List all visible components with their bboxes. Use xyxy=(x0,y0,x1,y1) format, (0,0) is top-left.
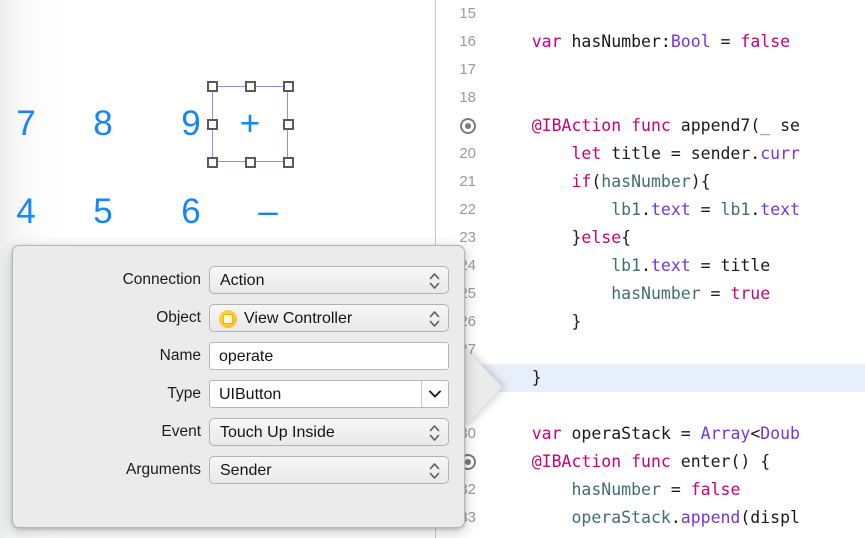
code-text: @IBAction func append7(_ se xyxy=(531,116,800,135)
connection-popup-button[interactable]: Action xyxy=(209,266,449,294)
calculator-key-0[interactable]: 7 xyxy=(0,104,64,144)
app-screenshot: 7 8 9 4 5 6– + 15 16 var hasNumber:Bool = fals… xyxy=(0,0,865,538)
code-line[interactable]: 17 xyxy=(436,56,865,84)
calculator-key-6[interactable]: – xyxy=(230,192,306,232)
code-line[interactable]: 20 let title = sender.curr xyxy=(436,140,865,168)
event-popup-button[interactable]: Touch Up Inside xyxy=(209,418,449,446)
gutter-action-icon xyxy=(436,112,484,140)
object-popup-button[interactable]: View Controller xyxy=(209,304,449,332)
resize-handle-top-middle[interactable] xyxy=(245,81,256,92)
line-number: 16 xyxy=(459,33,476,50)
code-line[interactable]: 22 lb1.text = lb1.text xyxy=(436,196,865,224)
line-number: 34 xyxy=(436,532,484,538)
code-text: if(hasNumber){ xyxy=(571,172,711,191)
field-label: Connection xyxy=(122,271,201,288)
field-label: Arguments xyxy=(126,461,201,478)
resize-handle-middle-left[interactable] xyxy=(207,119,218,130)
name-input[interactable]: operate xyxy=(209,342,449,370)
plus-icon: + xyxy=(239,104,261,143)
code-line[interactable]: 34 print("operaStack ") xyxy=(436,532,865,538)
stepper-chevrons-icon[interactable] xyxy=(429,272,440,290)
field-label: Event xyxy=(161,423,201,440)
popover-arrow xyxy=(464,347,502,427)
code-line[interactable]: 32 hasNumber = false xyxy=(436,476,865,504)
code-line[interactable]: 16 var hasNumber:Bool = false xyxy=(436,28,865,56)
code-line[interactable]: 26 } xyxy=(436,308,865,336)
code-line[interactable]: 25 hasNumber = true xyxy=(436,280,865,308)
code-line[interactable]: 15 xyxy=(436,0,865,28)
code-line[interactable]: 21 if(hasNumber){ xyxy=(436,168,865,196)
view-controller-icon xyxy=(219,310,237,328)
field-label: Name xyxy=(159,347,201,364)
code-text: operaStack.append(displ xyxy=(571,508,800,527)
calculator-key-5[interactable]: 6 xyxy=(153,192,229,232)
code-text: let title = sender.curr xyxy=(571,144,800,163)
type-combobox[interactable]: UIButton xyxy=(209,380,449,408)
code-text: var operaStack = Array<Doub xyxy=(531,424,800,443)
form-row: Type UIButton xyxy=(13,380,466,408)
event-value: Touch Up Inside xyxy=(220,424,335,441)
line-number: 21 xyxy=(459,173,476,190)
calculator-key-1[interactable]: 8 xyxy=(65,104,141,144)
stepper-chevrons-icon[interactable] xyxy=(429,462,440,480)
resize-handle-middle-right[interactable] xyxy=(283,119,294,130)
source-code-editor[interactable]: 15 16 var hasNumber:Bool = false 17 18 @IBA… xyxy=(436,0,865,538)
line-number: 17 xyxy=(459,61,476,78)
code-text: hasNumber = false xyxy=(571,480,741,499)
code-text: var hasNumber:Bool = false xyxy=(531,32,791,51)
calculator-key-3[interactable]: 4 xyxy=(0,192,64,232)
code-line[interactable]: 33 operaStack.append(displ xyxy=(436,504,865,532)
line-number: 22 xyxy=(459,201,476,218)
line-number: 18 xyxy=(459,89,476,106)
resize-handle-bottom-left[interactable] xyxy=(207,157,218,168)
resize-handle-top-left[interactable] xyxy=(207,81,218,92)
name-value: operate xyxy=(219,348,274,365)
resize-handle-top-right[interactable] xyxy=(283,81,294,92)
code-text: lb1.text = lb1.text xyxy=(611,200,801,219)
form-row: Event Touch Up Inside xyxy=(13,418,466,446)
code-line[interactable]: 18 xyxy=(436,84,865,112)
connection-popover: Connection Action Object View Controller Nam… xyxy=(12,245,465,528)
resize-handle-bottom-middle[interactable] xyxy=(245,157,256,168)
form-row: Object View Controller xyxy=(13,304,466,332)
arguments-value: Sender xyxy=(220,462,272,479)
form-row: Arguments Sender xyxy=(13,456,466,484)
connection-value: Action xyxy=(220,272,265,289)
arguments-popup-button[interactable]: Sender xyxy=(209,456,449,484)
code-text: hasNumber = true xyxy=(611,284,771,303)
selected-plus-button[interactable]: + xyxy=(207,81,294,168)
code-line[interactable]: @IBAction func append7(_ se xyxy=(436,112,865,140)
code-text: lb1.text = title xyxy=(611,256,771,275)
code-text: @IBAction func enter() { xyxy=(531,452,771,471)
calculator-key-4[interactable]: 5 xyxy=(65,192,141,232)
object-value: View Controller xyxy=(244,310,353,327)
code-line[interactable]: @IBAction func enter() { xyxy=(436,448,865,476)
field-label: Object xyxy=(156,309,201,326)
code-text: }else{ xyxy=(492,228,632,247)
line-number: 15 xyxy=(459,5,476,22)
form-row: Name operate xyxy=(13,342,466,370)
stepper-chevrons-icon[interactable] xyxy=(429,310,440,328)
form-row: Connection Action xyxy=(13,266,466,294)
field-label: Type xyxy=(167,385,201,402)
type-value: UIButton xyxy=(219,386,282,403)
chevron-down-icon[interactable] xyxy=(421,381,448,407)
stepper-chevrons-icon[interactable] xyxy=(429,424,440,442)
code-text: print("operaStack ") xyxy=(492,532,810,538)
code-line[interactable]: 23 }else{ xyxy=(436,224,865,252)
code-text: } xyxy=(492,312,582,331)
code-line[interactable]: 24 lb1.text = title xyxy=(436,252,865,280)
line-number: 20 xyxy=(459,145,476,162)
action-circle-icon[interactable] xyxy=(460,118,476,134)
resize-handle-bottom-right[interactable] xyxy=(283,157,294,168)
